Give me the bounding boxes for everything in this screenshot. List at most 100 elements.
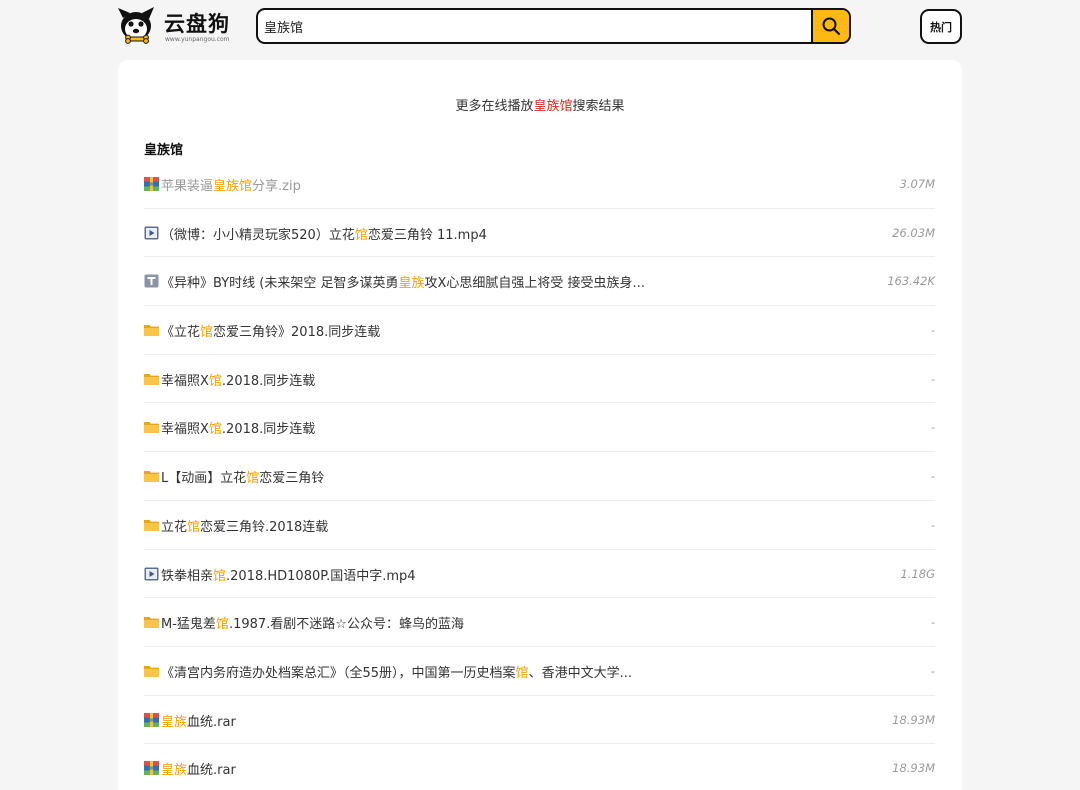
filename-text: （微博：小小精灵玩家520）立花	[161, 227, 355, 243]
keyword-highlight: 馆	[515, 665, 529, 681]
result-filename[interactable]: 幸福照X馆.2018.同步连载	[161, 370, 315, 389]
result-row[interactable]: 《立花馆恋爱三角铃》2018.同步连载 -	[144, 306, 935, 355]
filename-text: 《立花	[161, 325, 201, 341]
hot-button[interactable]: 热门	[920, 9, 962, 44]
more-link-suffix: 搜索结果	[572, 99, 625, 114]
section-title: 皇族馆	[144, 143, 184, 158]
filename-text: 恋爱三角铃》2018.同步连载	[213, 325, 381, 341]
video-file-icon	[144, 226, 159, 240]
filename-text: 《清宫内务府造办处档案总汇》（全55册），中国第一历史档案	[161, 665, 516, 681]
site-logo[interactable]: 云盘狗 www.yunpangou.com	[116, 4, 240, 48]
result-row[interactable]: （微博：小小精灵玩家520）立花馆恋爱三角铃 11.mp4 26.03M	[144, 209, 935, 258]
archive-icon	[144, 761, 159, 776]
result-row[interactable]: 铁拳相亲馆.2018.HD1080P.国语中字.mp4 1.18G	[144, 550, 935, 599]
filename-text: 幸福照X	[161, 422, 209, 438]
filename-text: 《异种》BY时线 (未来架空 足智多谋英勇	[161, 276, 399, 292]
dog-logo-icon	[118, 7, 154, 44]
result-row[interactable]: 《清宫内务府造办处档案总汇》（全55册），中国第一历史档案馆、香港中文大学...…	[144, 647, 935, 696]
folder-icon	[144, 519, 159, 531]
filename-text: M-猛鬼差	[161, 617, 216, 633]
filename-text: 分享.zip	[252, 179, 301, 194]
keyword-highlight: 馆	[354, 227, 368, 243]
result-filename[interactable]: 《清宫内务府造办处档案总汇》（全55册），中国第一历史档案馆、香港中文大学...	[161, 662, 632, 681]
result-list: 苹果装逼皇族馆分享.zip 3.07M （微博：小小精灵玩家520）立花馆恋爱三角…	[144, 160, 935, 790]
result-filename[interactable]: （微博：小小精灵玩家520）立花馆恋爱三角铃 11.mp4	[161, 224, 487, 243]
video-file-icon	[144, 567, 159, 580]
filename-text: 幸福照X	[161, 373, 209, 389]
result-row[interactable]: M-猛鬼差馆.1987.看剧不迷路☆公众号：蜂鸟的蓝海 -	[144, 598, 935, 647]
result-filesize: -	[930, 517, 935, 532]
result-filesize: -	[930, 323, 935, 338]
result-filename[interactable]: L【动画】立花馆恋爱三角铃	[161, 467, 324, 486]
result-filename[interactable]: M-猛鬼差馆.1987.看剧不迷路☆公众号：蜂鸟的蓝海	[161, 613, 464, 632]
keyword-highlight: 皇族	[398, 276, 425, 292]
folder-icon	[144, 422, 159, 434]
filename-text: 恋爱三角铃 11.mp4	[367, 227, 487, 243]
folder-icon	[144, 665, 159, 677]
filename-text: 苹果装逼	[161, 179, 214, 194]
result-row[interactable]: 皇族血统.rar 18.93M	[144, 744, 935, 790]
keyword-highlight: 馆	[208, 422, 222, 438]
result-filesize: -	[930, 615, 935, 630]
result-row[interactable]: 《异种》BY时线 (未来架空 足智多谋英勇皇族攻X心思细腻自强上将受 接受虫族身…	[144, 257, 935, 307]
result-filesize: -	[930, 469, 935, 484]
result-filename[interactable]: 《立花馆恋爱三角铃》2018.同步连载	[161, 321, 380, 340]
result-row[interactable]: 皇族血统.rar 18.93M	[144, 696, 935, 745]
result-filesize: -	[930, 663, 935, 678]
result-filename[interactable]: 立花馆恋爱三角铃.2018连载	[161, 516, 328, 535]
result-filename[interactable]: 皇族血统.rar	[161, 711, 236, 730]
keyword-highlight: 皇族	[161, 763, 188, 779]
result-row[interactable]: 苹果装逼皇族馆分享.zip 3.07M	[144, 160, 935, 209]
keyword-highlight: 皇族	[161, 714, 188, 730]
search-bar	[256, 8, 851, 44]
keyword-highlight: 馆	[187, 519, 201, 535]
search-input[interactable]	[258, 10, 812, 42]
filename-text: 立花	[161, 519, 188, 535]
filename-text: 、香港中文大学...	[528, 665, 632, 681]
site-header: 云盘狗 www.yunpangou.com 热门	[0, 0, 1080, 56]
more-link-keyword: 皇族馆	[533, 99, 573, 114]
result-row[interactable]: 幸福照X馆.2018.同步连载 -	[144, 403, 935, 453]
archive-icon	[144, 177, 159, 191]
result-filename[interactable]: 皇族血统.rar	[161, 759, 236, 778]
keyword-highlight: 皇族馆	[213, 179, 253, 194]
result-filename[interactable]: 苹果装逼皇族馆分享.zip	[161, 175, 301, 194]
result-filesize: 18.93M	[892, 761, 935, 776]
filename-text: .2018.HD1080P.国语中字.mp4	[226, 568, 416, 584]
text-file-icon	[144, 274, 159, 288]
filename-text: 恋爱三角铃.2018连载	[200, 519, 329, 535]
result-row[interactable]: 立花馆恋爱三角铃.2018连载 -	[144, 501, 935, 550]
more-online-results-link[interactable]: 更多在线播放皇族馆搜索结果	[118, 95, 962, 114]
filename-text: .2018.同步连载	[221, 373, 316, 389]
logo-text: 云盘狗	[164, 12, 230, 36]
search-icon	[822, 17, 841, 36]
filename-text: .1987.看剧不迷路☆公众号：蜂鸟的蓝海	[228, 617, 464, 633]
result-filesize: 163.42K	[887, 274, 935, 289]
result-row[interactable]: 幸福照X馆.2018.同步连载 -	[144, 355, 935, 404]
keyword-highlight: 馆	[215, 617, 229, 633]
result-filename[interactable]: 幸福照X馆.2018.同步连载	[161, 418, 315, 437]
result-filename[interactable]: 铁拳相亲馆.2018.HD1080P.国语中字.mp4	[161, 565, 416, 584]
folder-icon	[144, 373, 159, 385]
keyword-highlight: 馆	[200, 325, 214, 341]
filename-text: 攻X心思细腻自强上将受 接受虫族身...	[424, 276, 645, 292]
filename-text: 恋爱三角铃	[259, 471, 325, 487]
result-filesize: -	[930, 420, 935, 435]
search-button[interactable]	[811, 10, 849, 42]
filename-text: .2018.同步连载	[221, 422, 316, 438]
archive-icon	[144, 712, 159, 727]
result-filesize: 1.18G	[900, 566, 935, 581]
folder-icon	[144, 471, 159, 483]
keyword-highlight: 馆	[208, 373, 222, 389]
result-row[interactable]: L【动画】立花馆恋爱三角铃 -	[144, 452, 935, 501]
keyword-highlight: 馆	[246, 471, 260, 487]
logo-url: www.yunpangou.com	[165, 36, 230, 43]
result-filename[interactable]: 《异种》BY时线 (未来架空 足智多谋英勇皇族攻X心思细腻自强上将受 接受虫族身…	[161, 272, 645, 291]
filename-text: 铁拳相亲	[161, 568, 214, 584]
folder-icon	[144, 325, 159, 337]
result-filesize: 26.03M	[892, 225, 935, 240]
more-link-prefix: 更多在线播放	[455, 99, 534, 114]
filename-text: 血统.rar	[187, 714, 236, 730]
filename-text: L【动画】立花	[161, 471, 247, 487]
folder-icon	[144, 617, 159, 629]
